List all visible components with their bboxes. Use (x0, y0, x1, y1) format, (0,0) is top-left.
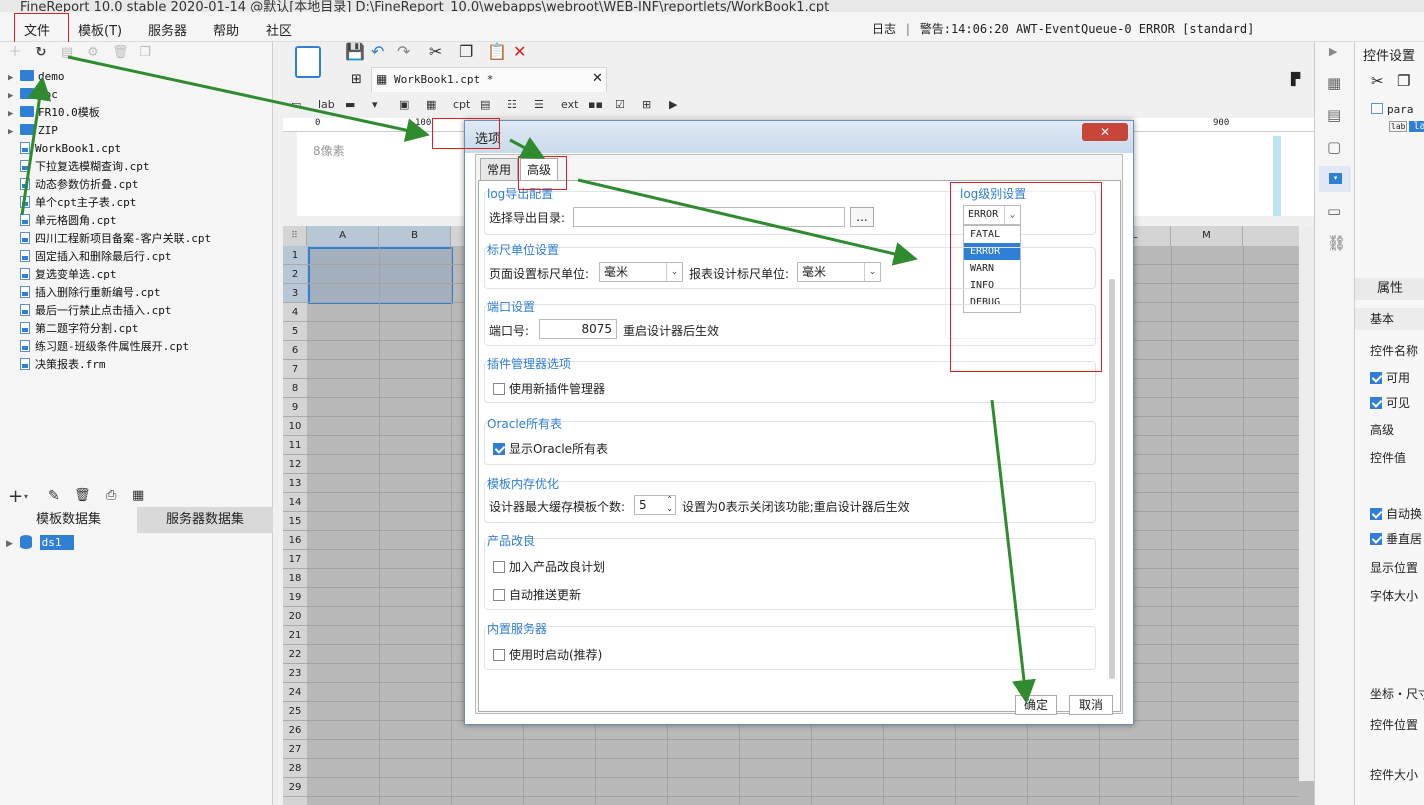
arrow-to-ok (990, 399, 1036, 704)
arrow-to-log-level (577, 178, 918, 266)
arrow-to-file-menu (20, 76, 52, 216)
annotation-arrows (20, 55, 1036, 704)
arrow-to-options (67, 55, 430, 142)
arrow-to-advanced (509, 136, 546, 159)
